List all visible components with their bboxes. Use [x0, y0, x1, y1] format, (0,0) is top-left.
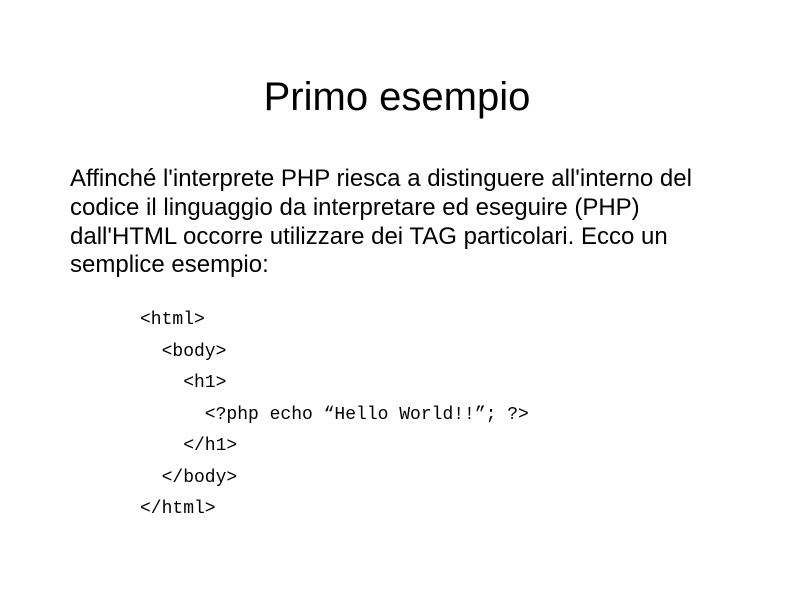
code-line: <body> — [140, 337, 734, 369]
code-line: <h1> — [140, 368, 734, 400]
code-line: </h1> — [140, 431, 734, 463]
code-line: </body> — [140, 463, 734, 495]
slide-paragraph: Affinché l'interprete PHP riesca a disti… — [70, 165, 734, 280]
code-example: <html> <body> <h1> <?php echo “Hello Wor… — [140, 305, 734, 526]
code-line: <html> — [140, 305, 734, 337]
code-line: </html> — [140, 494, 734, 526]
code-line: <?php echo “Hello World!!”; ?> — [140, 400, 734, 432]
slide-title: Primo esempio — [60, 75, 734, 120]
slide-container: Primo esempio Affinché l'interprete PHP … — [0, 0, 794, 526]
